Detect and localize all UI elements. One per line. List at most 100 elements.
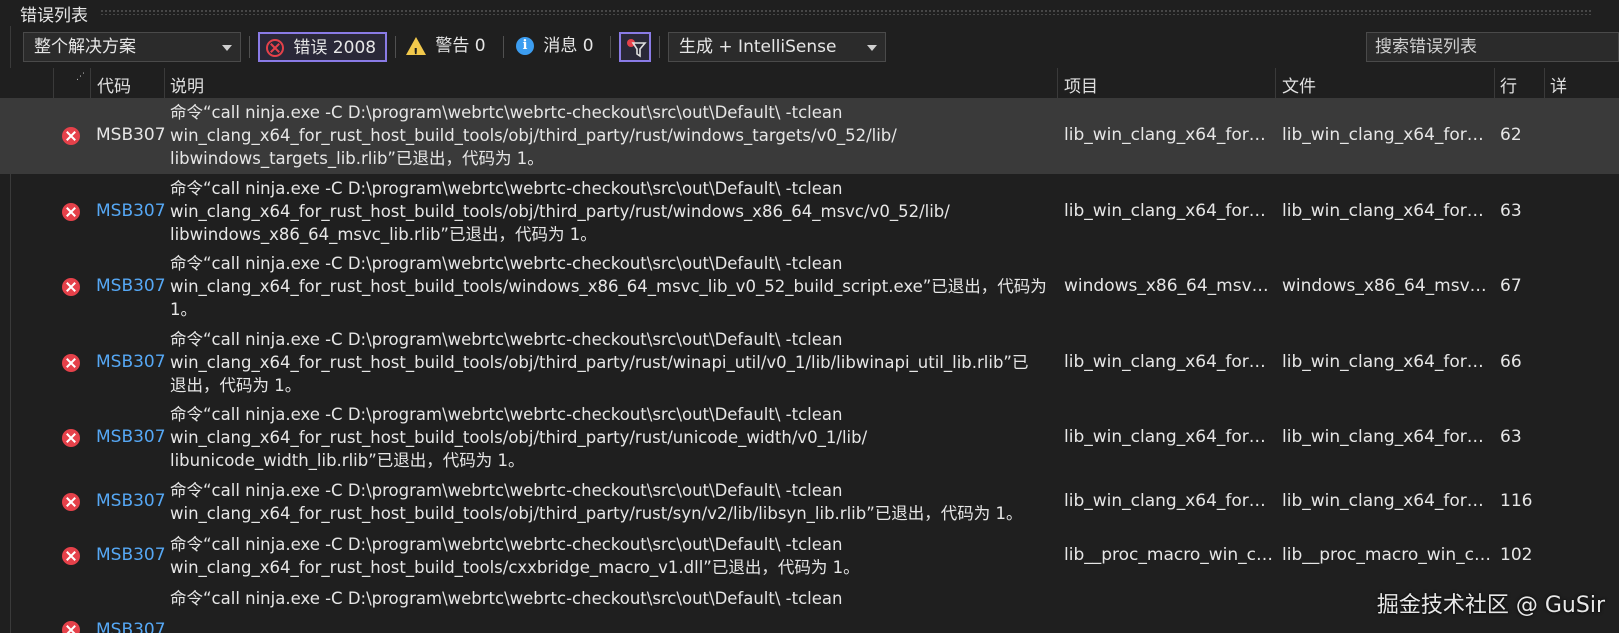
- error-project: lib_win_clang_x64_for_r...: [1064, 125, 1274, 145]
- column-header-file[interactable]: 文件: [1282, 72, 1316, 97]
- panel-drag-grip[interactable]: [100, 9, 1591, 15]
- error-icon-wrap: [62, 620, 80, 633]
- error-code-link[interactable]: MSB307: [96, 620, 166, 633]
- error-project: lib_win_clang_x64_for_r...: [1064, 352, 1274, 372]
- error-icon: [266, 39, 284, 57]
- warnings-toggle[interactable]: 警告 0: [404, 32, 496, 67]
- panel-title: 错误列表: [20, 6, 88, 26]
- error-icon: [62, 547, 80, 565]
- toolbar-separator: [503, 36, 504, 58]
- toolbar-separator: [659, 36, 660, 58]
- error-icon-wrap: [62, 126, 80, 146]
- chevron-down-icon: [867, 45, 877, 51]
- error-line: 63: [1500, 427, 1522, 447]
- column-header-row: ⋰ 代码 说明 项目 文件 行 详: [0, 68, 1619, 98]
- error-row[interactable]: MSB307 命令“call ninja.exe -C D:\program\w…: [0, 325, 1619, 401]
- error-icon: [62, 127, 80, 145]
- error-file: lib_win_clang_x64_for_r...: [1282, 201, 1492, 221]
- error-row[interactable]: MSB307 命令“call ninja.exe -C D:\program\w…: [0, 249, 1619, 325]
- error-project: windows_x86_64_msvc_...: [1064, 276, 1274, 296]
- errors-toggle-label: 错误 2008: [293, 38, 377, 58]
- column-options-icon[interactable]: ⋰: [76, 72, 86, 82]
- error-icon-wrap: [62, 202, 80, 222]
- search-placeholder: 搜索错误列表: [1375, 37, 1477, 57]
- info-icon: i: [516, 37, 534, 55]
- errors-toggle[interactable]: 错误 2008: [258, 32, 387, 62]
- error-icon: [62, 621, 80, 633]
- error-file: lib_win_clang_x64_for_r...: [1282, 491, 1492, 511]
- error-row[interactable]: MSB307 命令“call ninja.exe -C D:\program\w…: [0, 530, 1619, 582]
- toolbar-separator: [395, 36, 396, 58]
- toolbar-separator: [610, 36, 611, 58]
- error-project: lib_win_clang_x64_for_r...: [1064, 201, 1274, 221]
- error-code-link[interactable]: MSB307: [96, 545, 166, 565]
- error-file: lib_win_clang_x64_for_r...: [1282, 352, 1492, 372]
- error-icon: [62, 203, 80, 221]
- column-separator: [164, 68, 165, 98]
- error-description: 命令“call ninja.exe -C D:\program\webrtc\w…: [170, 405, 868, 470]
- error-row[interactable]: MSB307 命令“call ninja.exe -C D:\program\w…: [0, 174, 1619, 250]
- error-row[interactable]: MSB307 命令“call ninja.exe -C D:\program\w…: [0, 400, 1619, 476]
- error-list-rows: MSB307 命令“call ninja.exe -C D:\program\w…: [0, 98, 1619, 633]
- error-project: lib_win_clang_x64_for_r...: [1064, 427, 1274, 447]
- error-file: windows_x86_64_msvc_...: [1282, 276, 1492, 296]
- error-icon-wrap: [62, 492, 80, 512]
- error-list-toolbar: 整个解决方案 错误 2008 警告 0 i 消息 0 生成 + IntelliS…: [0, 28, 1619, 68]
- error-icon: [62, 354, 80, 372]
- error-line: 102: [1500, 545, 1533, 565]
- column-separator: [1544, 68, 1545, 98]
- column-separator: [90, 68, 91, 98]
- warning-icon: [406, 37, 426, 67]
- error-code-link[interactable]: MSB307: [96, 201, 166, 221]
- error-icon-wrap: [62, 428, 80, 448]
- error-code-link[interactable]: MSB307: [96, 276, 166, 296]
- column-separator: [53, 68, 54, 98]
- column-header-description[interactable]: 说明: [170, 72, 204, 97]
- error-file: lib__proc_macro_win_cl...: [1282, 545, 1492, 565]
- error-icon-wrap: [62, 277, 80, 297]
- error-code-link[interactable]: MSB307: [96, 427, 166, 447]
- error-description: 命令“call ninja.exe -C D:\program\webrtc\w…: [170, 481, 1023, 523]
- error-description: 命令“call ninja.exe -C D:\program\webrtc\w…: [170, 330, 1029, 395]
- error-code-link[interactable]: MSB307: [96, 352, 166, 372]
- messages-toggle-label: 消息 0: [543, 36, 594, 56]
- error-project: lib__proc_macro_win_cl...: [1064, 545, 1274, 565]
- build-filter-dropdown[interactable]: 生成 + IntelliSense: [668, 32, 886, 62]
- filter-button[interactable]: [619, 32, 651, 62]
- search-input[interactable]: 搜索错误列表: [1366, 32, 1619, 62]
- error-icon: [62, 429, 80, 447]
- messages-toggle[interactable]: i 消息 0: [514, 32, 606, 62]
- panel-header: 错误列表: [0, 0, 1619, 26]
- error-line: 116: [1500, 491, 1533, 511]
- column-separator: [1494, 68, 1495, 98]
- error-description: 命令“call ninja.exe -C D:\program\webrtc\w…: [170, 535, 860, 577]
- error-code-link[interactable]: MSB307: [96, 491, 166, 511]
- column-header-line[interactable]: 行: [1500, 72, 1517, 97]
- error-line: 67: [1500, 276, 1522, 296]
- warnings-toggle-label: 警告 0: [435, 36, 486, 56]
- chevron-down-icon: [222, 45, 232, 51]
- toolbar-separator: [249, 36, 250, 58]
- watermark: 掘金技术社区 @ GuSir: [1376, 593, 1605, 618]
- error-row[interactable]: MSB307 命令“call ninja.exe -C D:\program\w…: [0, 98, 1619, 174]
- error-description: 命令“call ninja.exe -C D:\program\webrtc\w…: [170, 254, 1047, 319]
- error-line: 66: [1500, 352, 1522, 372]
- error-icon: [62, 493, 80, 511]
- error-line: 62: [1500, 125, 1522, 145]
- error-icon-wrap: [62, 546, 80, 566]
- column-header-detail[interactable]: 详: [1550, 72, 1567, 97]
- error-file: lib_win_clang_x64_for_r...: [1282, 427, 1492, 447]
- build-filter-value: 生成 + IntelliSense: [679, 37, 837, 57]
- error-description: 命令“call ninja.exe -C D:\program\webrtc\w…: [170, 589, 843, 608]
- error-file: lib_win_clang_x64_for_r...: [1282, 125, 1492, 145]
- scope-dropdown[interactable]: 整个解决方案: [23, 32, 241, 62]
- error-icon: [62, 278, 80, 296]
- column-separator: [1275, 68, 1276, 98]
- error-row[interactable]: MSB307 命令“call ninja.exe -C D:\program\w…: [0, 476, 1619, 528]
- filter-icon: [627, 39, 647, 58]
- column-header-project[interactable]: 项目: [1064, 72, 1098, 97]
- error-description: 命令“call ninja.exe -C D:\program\webrtc\w…: [170, 179, 950, 244]
- error-description: 命令“call ninja.exe -C D:\program\webrtc\w…: [170, 103, 897, 168]
- column-header-code[interactable]: 代码: [97, 72, 131, 97]
- scope-dropdown-value: 整个解决方案: [34, 37, 136, 57]
